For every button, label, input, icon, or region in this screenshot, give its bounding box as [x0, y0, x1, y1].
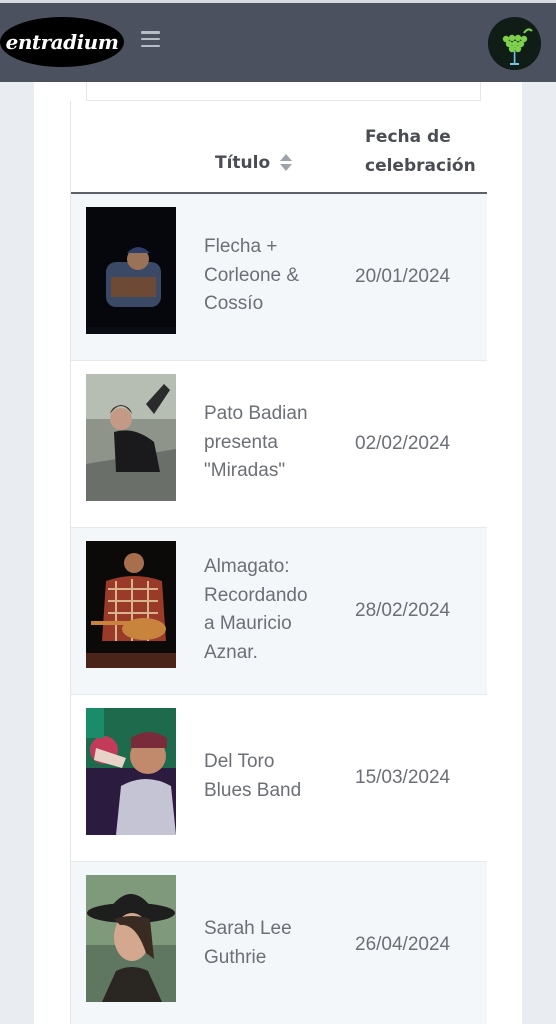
table-header: Título Fecha de celebración: [71, 101, 487, 194]
event-thumbnail[interactable]: [86, 708, 176, 835]
column-date-label-2: celebración: [365, 156, 476, 176]
top-navbar: entradium: [0, 0, 556, 82]
events-table: Título Fecha de celebración Flecha + Cor…: [70, 101, 487, 1024]
column-date-label-1: Fecha de: [365, 127, 451, 147]
event-date: 02/02/2024: [355, 433, 451, 454]
event-title[interactable]: Pato Badian presenta "Miradas": [204, 400, 339, 486]
table-row[interactable]: Almagato: Recordando a Mauricio Aznar. 2…: [71, 528, 487, 695]
title-line: Cossío: [204, 293, 264, 314]
event-date: 28/02/2024: [355, 600, 451, 621]
search-box-bottom[interactable]: [86, 82, 481, 101]
column-title-label: Título: [215, 153, 271, 173]
event-date: 26/04/2024: [355, 934, 451, 955]
event-thumbnail[interactable]: [86, 374, 176, 501]
event-thumbnail[interactable]: [86, 207, 176, 334]
title-line: Corleone &: [204, 264, 300, 286]
event-date: 20/01/2024: [355, 266, 451, 287]
title-line: Sarah Lee: [204, 918, 292, 939]
event-title[interactable]: Del Toro Blues Band: [204, 748, 339, 805]
title-line: Almagato:: [204, 556, 290, 577]
event-title[interactable]: Sarah Lee Guthrie: [204, 915, 339, 972]
title-line: Blues Band: [204, 779, 302, 801]
title-line: Guthrie: [204, 946, 267, 968]
event-thumbnail[interactable]: [86, 875, 176, 1002]
event-thumbnail[interactable]: [86, 541, 176, 668]
logo-text: entradium: [5, 30, 119, 54]
table-row[interactable]: Del Toro Blues Band 15/03/2024: [71, 695, 487, 862]
menu-icon[interactable]: [141, 31, 160, 47]
title-line: a Mauricio: [204, 613, 292, 634]
title-line: Recordando: [204, 584, 308, 606]
sort-icon[interactable]: [280, 154, 293, 172]
title-line: Pato Badian: [204, 403, 308, 424]
entradium-logo[interactable]: entradium: [0, 17, 124, 67]
table-row[interactable]: Sarah Lee Guthrie 26/04/2024: [71, 862, 487, 1024]
column-header-date[interactable]: Fecha de celebración: [365, 123, 487, 181]
title-line: Aznar.: [204, 641, 258, 663]
table-row[interactable]: Flecha + Corleone & Cossío 20/01/2024: [71, 194, 487, 361]
title-line: Del Toro: [204, 751, 275, 772]
event-title[interactable]: Almagato: Recordando a Mauricio Aznar.: [204, 553, 339, 667]
user-avatar[interactable]: [488, 17, 541, 70]
column-header-title[interactable]: Título: [215, 153, 293, 173]
event-date: 15/03/2024: [355, 767, 451, 788]
title-line: "Miradas": [204, 460, 286, 481]
table-row[interactable]: Pato Badian presenta "Miradas" 02/02/202…: [71, 361, 487, 528]
grapes-icon: [488, 17, 541, 70]
title-line: Flecha +: [204, 236, 278, 257]
event-title[interactable]: Flecha + Corleone & Cossío: [204, 233, 339, 319]
title-line: presenta: [204, 431, 278, 453]
